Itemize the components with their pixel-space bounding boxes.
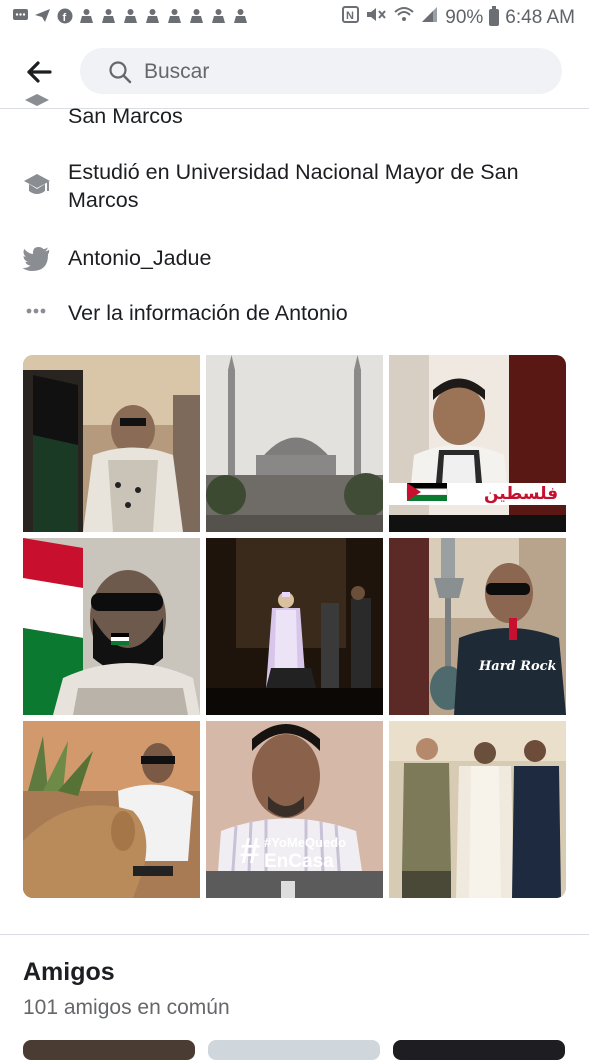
- person-icon: [122, 7, 139, 24]
- battery-icon: [489, 6, 500, 26]
- photo-6[interactable]: Hard Rock: [389, 538, 566, 715]
- search-bar[interactable]: [80, 48, 562, 96]
- clock: 6:48 AM: [505, 6, 575, 28]
- photo-2[interactable]: [206, 355, 383, 532]
- friend-thumb-3[interactable]: [393, 1040, 565, 1060]
- person-icon: [210, 7, 227, 24]
- search-input[interactable]: [142, 48, 546, 96]
- status-bar: f N 90% 6:48 AM: [0, 0, 589, 36]
- friend-thumb-2[interactable]: [208, 1040, 380, 1060]
- svg-text:#: #: [240, 830, 260, 871]
- friend-thumb-1[interactable]: [23, 1040, 195, 1060]
- photo-3[interactable]: فلسطين: [389, 355, 566, 532]
- shirt-logo-text: Hard Rock: [478, 659, 557, 674]
- person-icon: [78, 7, 95, 24]
- svg-text:f: f: [62, 12, 66, 24]
- facebook-icon: f: [56, 7, 73, 24]
- hashtag-line-2: EnCasa: [264, 851, 334, 872]
- message-icon: [12, 7, 29, 24]
- mute-icon: [365, 6, 387, 29]
- section-divider: [0, 934, 589, 935]
- svg-text:N: N: [346, 10, 354, 22]
- system-icons: N 90% 6:48 AM: [342, 6, 575, 29]
- photo-1[interactable]: [23, 355, 200, 532]
- hashtag-line-1: #YoMeQuedo: [264, 835, 346, 850]
- person-icon: [232, 7, 249, 24]
- graduation-cap-icon: [22, 170, 52, 200]
- person-icon: [166, 7, 183, 24]
- send-icon: [34, 7, 51, 24]
- top-bar: [0, 36, 589, 109]
- photo-overlay-arabic: فلسطين: [484, 484, 558, 504]
- photo-grid: فلسطين Hard Rock # #YoMeQuedo EnCasa: [23, 355, 566, 898]
- twitter-icon: [22, 244, 52, 274]
- signal-icon: [421, 6, 439, 29]
- person-icon: [144, 7, 161, 24]
- graduation-cap-icon: [22, 94, 52, 124]
- photo-8[interactable]: # #YoMeQuedo EnCasa: [206, 721, 383, 898]
- twitter-handle: Antonio_Jadue: [68, 246, 212, 270]
- search-icon: [108, 60, 132, 84]
- photo-9[interactable]: [389, 721, 566, 898]
- person-icon: [188, 7, 205, 24]
- notification-icons: f: [12, 7, 249, 24]
- mutual-friends-count: 101 amigos en común: [23, 996, 230, 1019]
- back-arrow-icon[interactable]: [24, 58, 54, 86]
- battery-percent: 90%: [445, 6, 484, 28]
- education-text: Estudió en Universidad Nacional Mayor de…: [68, 160, 519, 212]
- photo-7[interactable]: [23, 721, 200, 898]
- partial-line-text: San Marcos: [68, 104, 183, 128]
- person-icon: [100, 7, 117, 24]
- more-dots-icon: [22, 299, 52, 329]
- friends-heading[interactable]: Amigos: [23, 958, 115, 987]
- photo-4[interactable]: [23, 538, 200, 715]
- nfc-icon: N: [342, 6, 360, 29]
- photo-5[interactable]: [206, 538, 383, 715]
- more-info-link[interactable]: Ver la información de Antonio: [68, 299, 348, 327]
- wifi-icon: [393, 6, 415, 29]
